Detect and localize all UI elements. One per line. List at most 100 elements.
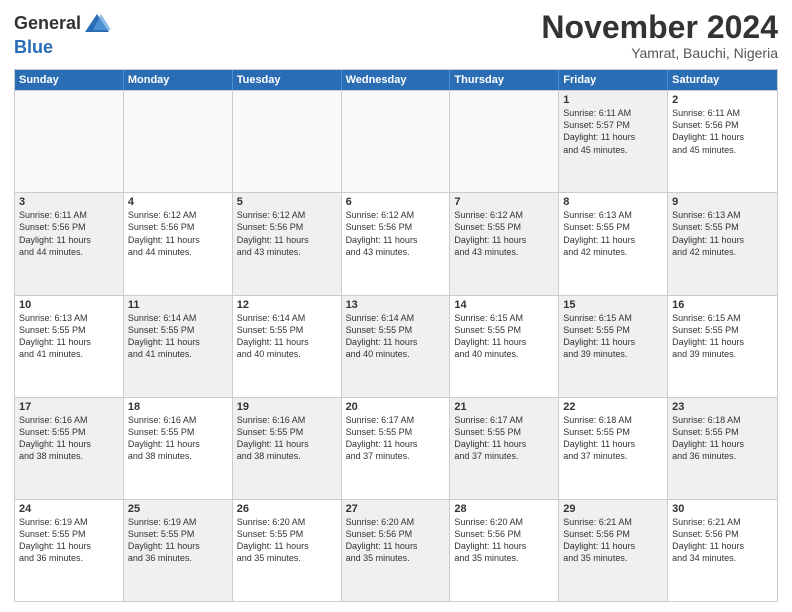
day-number: 28 (454, 503, 554, 515)
cal-cell (124, 91, 233, 192)
cal-header-cell: Saturday (668, 70, 777, 90)
cal-cell: 25Sunrise: 6:19 AM Sunset: 5:55 PM Dayli… (124, 500, 233, 601)
day-info: Sunrise: 6:21 AM Sunset: 5:56 PM Dayligh… (563, 516, 663, 565)
day-info: Sunrise: 6:11 AM Sunset: 5:56 PM Dayligh… (19, 209, 119, 258)
day-info: Sunrise: 6:13 AM Sunset: 5:55 PM Dayligh… (563, 209, 663, 258)
cal-cell (233, 91, 342, 192)
day-info: Sunrise: 6:12 AM Sunset: 5:56 PM Dayligh… (237, 209, 337, 258)
cal-header-cell: Thursday (450, 70, 559, 90)
cal-cell (342, 91, 451, 192)
day-number: 15 (563, 299, 663, 311)
logo-general: General (14, 14, 81, 34)
calendar-row: 1Sunrise: 6:11 AM Sunset: 5:57 PM Daylig… (15, 90, 777, 192)
cal-header-cell: Sunday (15, 70, 124, 90)
day-info: Sunrise: 6:12 AM Sunset: 5:55 PM Dayligh… (454, 209, 554, 258)
cal-cell: 17Sunrise: 6:16 AM Sunset: 5:55 PM Dayli… (15, 398, 124, 499)
day-number: 5 (237, 196, 337, 208)
day-number: 17 (19, 401, 119, 413)
calendar-body: 1Sunrise: 6:11 AM Sunset: 5:57 PM Daylig… (15, 90, 777, 601)
calendar-row: 10Sunrise: 6:13 AM Sunset: 5:55 PM Dayli… (15, 295, 777, 397)
day-number: 19 (237, 401, 337, 413)
title-area: November 2024 Yamrat, Bauchi, Nigeria (541, 10, 778, 61)
day-number: 10 (19, 299, 119, 311)
day-number: 16 (672, 299, 773, 311)
day-info: Sunrise: 6:17 AM Sunset: 5:55 PM Dayligh… (346, 414, 446, 463)
day-info: Sunrise: 6:17 AM Sunset: 5:55 PM Dayligh… (454, 414, 554, 463)
location: Yamrat, Bauchi, Nigeria (541, 45, 778, 61)
cal-cell: 5Sunrise: 6:12 AM Sunset: 5:56 PM Daylig… (233, 193, 342, 294)
day-info: Sunrise: 6:20 AM Sunset: 5:56 PM Dayligh… (346, 516, 446, 565)
day-info: Sunrise: 6:18 AM Sunset: 5:55 PM Dayligh… (563, 414, 663, 463)
cal-cell (450, 91, 559, 192)
cal-cell: 11Sunrise: 6:14 AM Sunset: 5:55 PM Dayli… (124, 296, 233, 397)
cal-cell: 10Sunrise: 6:13 AM Sunset: 5:55 PM Dayli… (15, 296, 124, 397)
day-number: 27 (346, 503, 446, 515)
cal-cell: 28Sunrise: 6:20 AM Sunset: 5:56 PM Dayli… (450, 500, 559, 601)
cal-cell (15, 91, 124, 192)
day-info: Sunrise: 6:16 AM Sunset: 5:55 PM Dayligh… (128, 414, 228, 463)
cal-cell: 26Sunrise: 6:20 AM Sunset: 5:55 PM Dayli… (233, 500, 342, 601)
cal-cell: 2Sunrise: 6:11 AM Sunset: 5:56 PM Daylig… (668, 91, 777, 192)
day-number: 30 (672, 503, 773, 515)
day-info: Sunrise: 6:11 AM Sunset: 5:56 PM Dayligh… (672, 107, 773, 156)
day-number: 7 (454, 196, 554, 208)
cal-cell: 18Sunrise: 6:16 AM Sunset: 5:55 PM Dayli… (124, 398, 233, 499)
day-info: Sunrise: 6:20 AM Sunset: 5:55 PM Dayligh… (237, 516, 337, 565)
day-info: Sunrise: 6:14 AM Sunset: 5:55 PM Dayligh… (346, 312, 446, 361)
cal-header-cell: Monday (124, 70, 233, 90)
day-number: 9 (672, 196, 773, 208)
day-number: 8 (563, 196, 663, 208)
month-title: November 2024 (541, 10, 778, 45)
day-number: 29 (563, 503, 663, 515)
cal-cell: 21Sunrise: 6:17 AM Sunset: 5:55 PM Dayli… (450, 398, 559, 499)
cal-cell: 27Sunrise: 6:20 AM Sunset: 5:56 PM Dayli… (342, 500, 451, 601)
day-number: 26 (237, 503, 337, 515)
day-number: 24 (19, 503, 119, 515)
day-number: 1 (563, 94, 663, 106)
day-info: Sunrise: 6:11 AM Sunset: 5:57 PM Dayligh… (563, 107, 663, 156)
day-info: Sunrise: 6:13 AM Sunset: 5:55 PM Dayligh… (19, 312, 119, 361)
cal-cell: 30Sunrise: 6:21 AM Sunset: 5:56 PM Dayli… (668, 500, 777, 601)
day-info: Sunrise: 6:13 AM Sunset: 5:55 PM Dayligh… (672, 209, 773, 258)
day-info: Sunrise: 6:20 AM Sunset: 5:56 PM Dayligh… (454, 516, 554, 565)
cal-header-cell: Wednesday (342, 70, 451, 90)
calendar-row: 17Sunrise: 6:16 AM Sunset: 5:55 PM Dayli… (15, 397, 777, 499)
cal-cell: 24Sunrise: 6:19 AM Sunset: 5:55 PM Dayli… (15, 500, 124, 601)
day-info: Sunrise: 6:15 AM Sunset: 5:55 PM Dayligh… (672, 312, 773, 361)
day-number: 4 (128, 196, 228, 208)
day-info: Sunrise: 6:14 AM Sunset: 5:55 PM Dayligh… (128, 312, 228, 361)
cal-cell: 29Sunrise: 6:21 AM Sunset: 5:56 PM Dayli… (559, 500, 668, 601)
calendar-header-row: SundayMondayTuesdayWednesdayThursdayFrid… (15, 70, 777, 90)
day-number: 25 (128, 503, 228, 515)
page: General Blue November 2024 Yamrat, Bauch… (0, 0, 792, 612)
day-number: 2 (672, 94, 773, 106)
day-number: 12 (237, 299, 337, 311)
day-info: Sunrise: 6:14 AM Sunset: 5:55 PM Dayligh… (237, 312, 337, 361)
logo-icon (83, 10, 111, 38)
day-info: Sunrise: 6:19 AM Sunset: 5:55 PM Dayligh… (19, 516, 119, 565)
logo-blue: Blue (14, 38, 111, 58)
cal-cell: 20Sunrise: 6:17 AM Sunset: 5:55 PM Dayli… (342, 398, 451, 499)
day-number: 22 (563, 401, 663, 413)
day-info: Sunrise: 6:19 AM Sunset: 5:55 PM Dayligh… (128, 516, 228, 565)
day-number: 14 (454, 299, 554, 311)
logo-text: General Blue (14, 10, 111, 58)
day-number: 21 (454, 401, 554, 413)
cal-header-cell: Tuesday (233, 70, 342, 90)
cal-cell: 4Sunrise: 6:12 AM Sunset: 5:56 PM Daylig… (124, 193, 233, 294)
day-info: Sunrise: 6:15 AM Sunset: 5:55 PM Dayligh… (563, 312, 663, 361)
day-number: 6 (346, 196, 446, 208)
calendar-row: 3Sunrise: 6:11 AM Sunset: 5:56 PM Daylig… (15, 192, 777, 294)
cal-cell: 22Sunrise: 6:18 AM Sunset: 5:55 PM Dayli… (559, 398, 668, 499)
cal-cell: 19Sunrise: 6:16 AM Sunset: 5:55 PM Dayli… (233, 398, 342, 499)
cal-cell: 1Sunrise: 6:11 AM Sunset: 5:57 PM Daylig… (559, 91, 668, 192)
day-info: Sunrise: 6:12 AM Sunset: 5:56 PM Dayligh… (346, 209, 446, 258)
logo-area: General Blue (14, 10, 111, 58)
cal-cell: 12Sunrise: 6:14 AM Sunset: 5:55 PM Dayli… (233, 296, 342, 397)
cal-cell: 16Sunrise: 6:15 AM Sunset: 5:55 PM Dayli… (668, 296, 777, 397)
day-info: Sunrise: 6:16 AM Sunset: 5:55 PM Dayligh… (19, 414, 119, 463)
calendar-row: 24Sunrise: 6:19 AM Sunset: 5:55 PM Dayli… (15, 499, 777, 601)
cal-cell: 13Sunrise: 6:14 AM Sunset: 5:55 PM Dayli… (342, 296, 451, 397)
day-info: Sunrise: 6:16 AM Sunset: 5:55 PM Dayligh… (237, 414, 337, 463)
cal-cell: 23Sunrise: 6:18 AM Sunset: 5:55 PM Dayli… (668, 398, 777, 499)
